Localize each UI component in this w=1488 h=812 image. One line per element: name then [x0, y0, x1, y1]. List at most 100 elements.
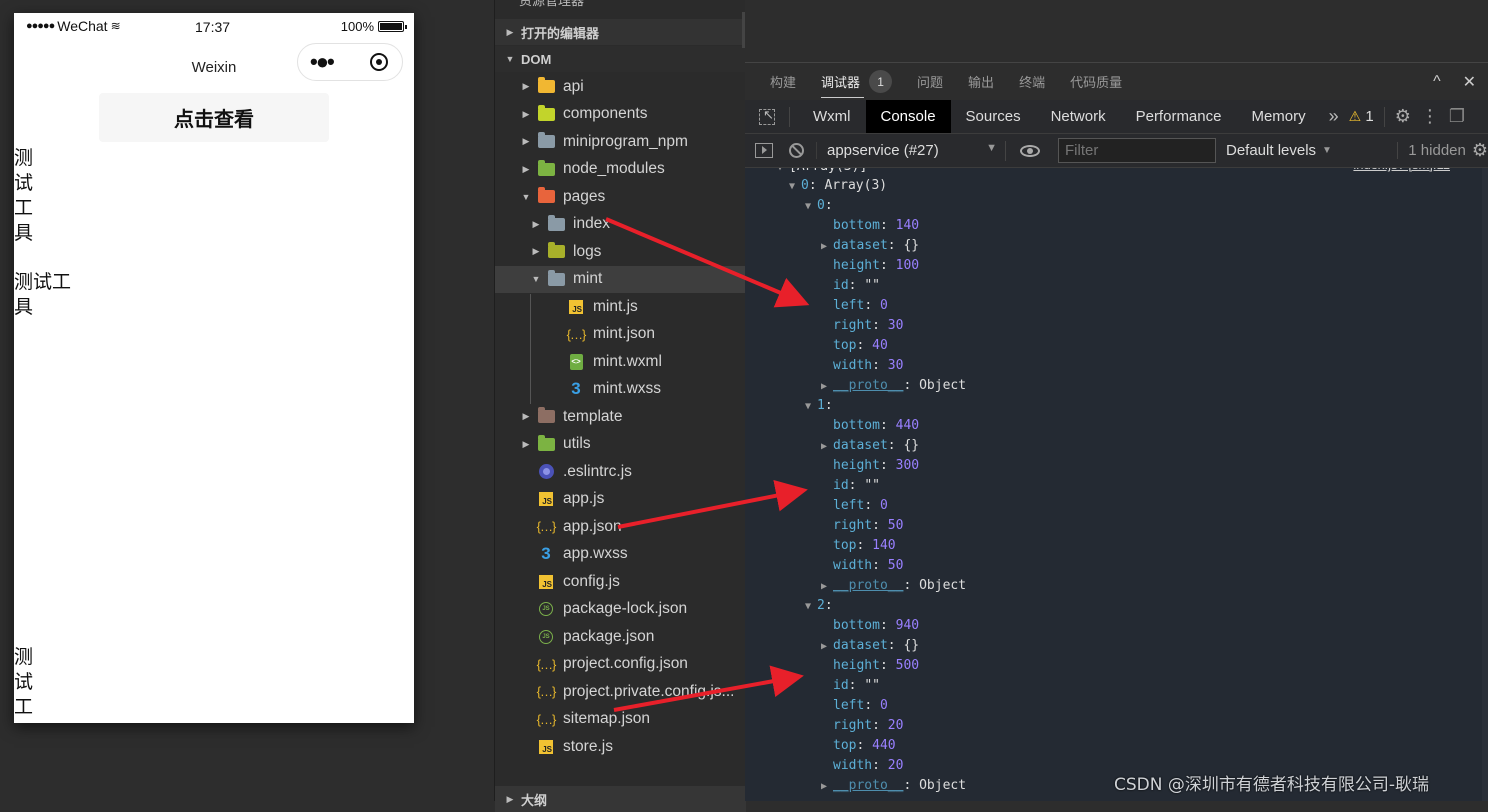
more-tabs-icon[interactable]: »	[1329, 106, 1339, 127]
devtools-tab[interactable]: Memory	[1236, 100, 1320, 133]
property-line[interactable]: ▶ __proto__: Object	[821, 376, 966, 396]
status-bar: ●●●●● WeChat ≋ 17:37 100%	[14, 13, 414, 41]
panel-tab[interactable]: 代码质量	[1070, 63, 1122, 100]
property-value: 0	[879, 498, 888, 513]
tree-folder[interactable]: ▶ components	[495, 101, 746, 128]
chevron-right-icon: ▶	[522, 136, 530, 146]
property-line[interactable]: ▶ __proto__: Object	[821, 776, 966, 796]
property-line[interactable]: ▶ dataset: {}	[821, 236, 919, 256]
kebab-menu-icon[interactable]: ⋮	[1421, 106, 1439, 127]
property-line[interactable]: ▶ dataset: {}	[821, 636, 919, 656]
dock-icon[interactable]: ❐	[1449, 106, 1465, 127]
tree-file[interactable]: JS config.js	[495, 568, 746, 595]
log-levels-dropdown[interactable]: Default levels ▼	[1226, 142, 1332, 159]
devtools-tab[interactable]: Console	[865, 100, 951, 133]
tree-file[interactable]: {…} mint.json	[495, 321, 746, 348]
tree-file[interactable]: 3 app.wxss	[495, 541, 746, 568]
tree-folder[interactable]: ▶ utils	[495, 431, 746, 458]
tree-file[interactable]: JS store.js	[495, 733, 746, 760]
panel-tab[interactable]: 终端	[1019, 63, 1045, 100]
tree-folder[interactable]: ▶ api	[495, 73, 746, 100]
tree-item-label: store.js	[563, 737, 613, 755]
devtools-tab[interactable]: Sources	[951, 100, 1036, 133]
console-scrollbar[interactable]	[1482, 168, 1488, 801]
property-value: 440	[895, 418, 920, 433]
tree-file[interactable]: .eslintrc.js	[495, 458, 746, 485]
show-sidebar-icon[interactable]	[755, 143, 773, 158]
property-line: height: 100	[833, 258, 920, 273]
collapse-panel-icon[interactable]: ^	[1433, 73, 1441, 91]
text-line: 具	[14, 222, 34, 244]
outer-array-node[interactable]: ▼ 0: Array(3)	[789, 176, 887, 196]
tree-item-label: index	[573, 215, 611, 232]
tree-item-label: app.json	[563, 517, 622, 535]
tree-file[interactable]: JS mint.js	[495, 293, 746, 320]
panel-tab[interactable]: 构建	[770, 63, 796, 100]
devtools-tab[interactable]: Performance	[1121, 100, 1237, 133]
panel-tab[interactable]: 调试器 1	[821, 63, 893, 100]
live-expression-icon[interactable]	[1020, 144, 1040, 157]
status-time: 17:37	[195, 19, 231, 35]
clear-console-icon[interactable]	[789, 143, 804, 158]
outline-section[interactable]: ▶ 大纲	[495, 786, 746, 812]
panel-tab[interactable]: 输出	[968, 63, 994, 100]
tree-folder[interactable]: ▶ miniprogram_npm	[495, 128, 746, 155]
js-file-icon: JS	[537, 739, 555, 755]
open-editors-section[interactable]: ▶ 打开的编辑器	[495, 19, 746, 45]
tree-folder[interactable]: ▼ pages	[495, 183, 746, 210]
tree-file[interactable]: 3 mint.wxss	[495, 376, 746, 403]
tree-item-label: api	[563, 77, 584, 95]
devtools-tab[interactable]: Wxml	[798, 100, 866, 133]
folder-icon	[537, 187, 555, 205]
tree-folder[interactable]: ▶ template	[495, 403, 746, 430]
console-filter-input[interactable]	[1058, 138, 1216, 163]
source-link[interactable]: index.js? [sm]:11	[1353, 168, 1450, 172]
project-section[interactable]: ▼ DOM	[495, 46, 746, 72]
console-settings-icon[interactable]: ⚙	[1472, 140, 1488, 161]
debug-panel-tabs: 构建 调试器 1 问题 输出 终端 代码质量 ^ ✕	[745, 63, 1488, 100]
array-item-node[interactable]: ▼ 0:	[805, 196, 833, 216]
tree-item-label: mint	[573, 270, 603, 287]
capsule-menu[interactable]: •●•	[297, 43, 403, 81]
tree-file[interactable]: {…} project.private.config.js...	[495, 678, 746, 705]
array-item-node[interactable]: ▼ 1:	[805, 396, 833, 416]
tree-folder[interactable]: ▼ mint	[495, 265, 746, 293]
folder-icon	[547, 214, 565, 232]
property-line[interactable]: ▶ dataset: {}	[821, 436, 919, 456]
hidden-count: 1 hidden	[1397, 142, 1466, 159]
tree-file[interactable]: JS app.js	[495, 486, 746, 513]
tree-folder[interactable]: ▶ logs	[495, 238, 746, 265]
close-miniprogram-icon[interactable]	[370, 53, 388, 71]
inspect-element-icon[interactable]	[759, 107, 775, 125]
panel-tab-label: 终端	[1019, 75, 1046, 90]
expand-caret-icon: ▶	[821, 381, 828, 392]
chevron-right-icon: ▶	[522, 163, 530, 174]
settings-icon[interactable]: ⚙	[1395, 106, 1411, 127]
chevron-down-icon: ▼	[521, 191, 531, 202]
property-line[interactable]: ▶ __proto__: Object	[821, 576, 966, 596]
panel-tab[interactable]: 问题	[917, 63, 943, 100]
tree-file[interactable]: {…} sitemap.json	[495, 706, 746, 733]
tree-folder[interactable]: ▶ index	[495, 211, 746, 238]
tree-file[interactable]: {…} project.config.json	[495, 651, 746, 678]
property-value: ""	[864, 678, 880, 693]
battery-percent: 100%	[340, 19, 374, 34]
devtools-tab[interactable]: Network	[1036, 100, 1121, 133]
context-selector[interactable]: appservice (#27) ▼	[816, 142, 1005, 159]
property-value: 0	[879, 698, 888, 713]
close-panel-icon[interactable]: ✕	[1463, 72, 1476, 92]
view-button[interactable]: 点击查看	[99, 93, 329, 142]
warnings-counter[interactable]: ⚠ 1	[1349, 108, 1374, 125]
tree-file[interactable]: JS package-lock.json	[495, 596, 746, 623]
array-item-node[interactable]: ▼ 2:	[805, 596, 833, 616]
folder-icon	[537, 159, 555, 177]
tree-file[interactable]: <> mint.wxml	[495, 348, 746, 375]
tree-file[interactable]: JS package.json	[495, 623, 746, 650]
property-value: {}	[903, 638, 920, 653]
property-value: Object	[919, 778, 967, 793]
more-icon[interactable]: •●•	[310, 51, 335, 73]
tree-file[interactable]: {…} app.json	[495, 513, 746, 540]
tree-folder[interactable]: ▶ node_modules	[495, 156, 746, 183]
tree-item-label: .eslintrc.js	[563, 462, 632, 480]
property-line: id: ""	[833, 678, 880, 693]
